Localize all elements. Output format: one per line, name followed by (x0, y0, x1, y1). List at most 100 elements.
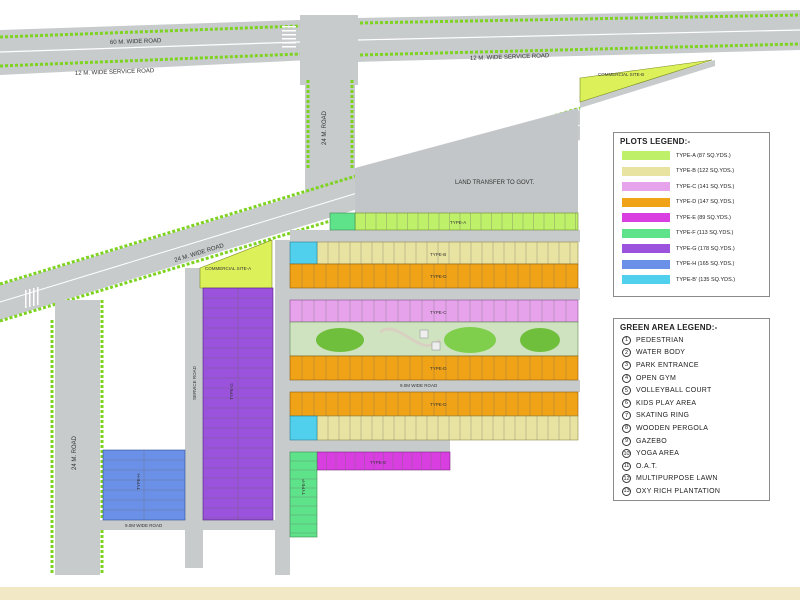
plots-legend-item: TYPE-B' (135 SQ.YDS.) (614, 272, 769, 288)
green-legend-label: MULTIPURPOSE LAWN (636, 475, 718, 483)
legend-swatch (622, 197, 670, 207)
plots-legend-label: TYPE-G (178 SQ.YDS.) (676, 245, 735, 252)
plots-legend-label: TYPE-C (141 SQ.YDS.) (676, 183, 735, 190)
tag-type-c: TYPE-C (430, 310, 447, 315)
plots-legend-item: TYPE-H (165 SQ.YDS.) (614, 257, 769, 273)
green-legend-label: KIDS PLAY AREA (636, 399, 697, 407)
plots-legend-label: TYPE-E (89 SQ.YDS.) (676, 214, 732, 221)
plot-block-type-b-row1 (316, 241, 579, 265)
plots-legend-item: TYPE-G (178 SQ.YDS.) (614, 241, 769, 257)
green-legend-item: 4 OPEN GYM (614, 372, 769, 385)
land-transfer-label: LAND TRANSFER TO GOVT. (455, 180, 535, 186)
plots-legend-list: TYPE-A (87 SQ.YDS.) TYPE-B (122 SQ.YDS.) T… (614, 148, 769, 288)
green-legend-label: PARK ENTRANCE (636, 361, 699, 369)
legend-swatch (622, 213, 670, 223)
legend-swatch (622, 182, 670, 192)
plots-legend-item: TYPE-A (87 SQ.YDS.) (614, 148, 769, 164)
green-legend-label: GAZEBO (636, 437, 667, 445)
tag-type-b: TYPE-B (430, 252, 446, 257)
label-24m-vertical-top: 24 M. ROAD (322, 110, 328, 145)
tag-type-d-3: TYPE-D (430, 402, 447, 407)
plots-legend-label: TYPE-F (113 SQ.YDS.) (676, 230, 734, 237)
tag-type-h: TYPE-H (136, 473, 141, 490)
legend-number-circle: 13 (622, 486, 631, 496)
commercial-site-b (579, 59, 713, 103)
plots-legend-item: TYPE-E (89 SQ.YDS.) (614, 210, 769, 226)
legend-swatch (622, 259, 670, 269)
commercial-site-b-label: COMMERCIAL SITE-B (598, 72, 644, 77)
green-legend-item: 11 O.A.T. (614, 460, 769, 473)
legend-swatch (622, 151, 670, 161)
green-legend-item: 10 YOGA AREA (614, 447, 769, 460)
green-legend-item: 12 MULTIPURPOSE LAWN (614, 473, 769, 486)
label-9m-inner: 9.0M WIDE ROAD (400, 383, 438, 388)
plot-block-type-b2-1 (289, 241, 318, 265)
tag-type-a: TYPE-A (450, 220, 466, 225)
green-legend-label: PEDESTRIAN (636, 336, 684, 344)
commercial-site-a-label: COMMERCIAL SITE-A (205, 266, 251, 271)
green-legend-label: WOODEN PERGOLA (636, 424, 709, 432)
plots-legend-item: TYPE-D (147 SQ.YDS.) (614, 195, 769, 211)
green-legend-label: SKATING RING (636, 412, 690, 420)
tag-type-f: TYPE-F (301, 479, 306, 495)
legend-number-circle: 5 (622, 386, 631, 396)
plot-block-type-b-row2 (316, 415, 579, 441)
plots-legend-label: TYPE-A (87 SQ.YDS.) (676, 152, 731, 159)
tag-type-d: TYPE-D (430, 274, 447, 279)
top-intersection (300, 15, 358, 85)
green-legend-label: WATER BODY (636, 349, 686, 357)
green-legend-item: 6 KIDS PLAY AREA (614, 397, 769, 410)
legend-swatch (622, 244, 670, 254)
tag-type-g: TYPE-G (229, 383, 234, 400)
legend-number-circle: 7 (622, 411, 631, 421)
legend-swatch (622, 228, 670, 238)
label-24m-left: 24 M. ROAD (72, 435, 78, 470)
site-plan-map: LAND TRANSFER TO GOVT. COMMERCIAL SITE-B… (0, 10, 800, 575)
plot-block-type-f-corner (329, 212, 356, 231)
green-legend-label: O.A.T. (636, 462, 658, 470)
green-legend-list: 1 PEDESTRIAN 2 WATER BODY 3 PARK ENTRANCE 4 OPE… (614, 334, 769, 498)
footer-band (0, 587, 800, 600)
plots-legend-label: TYPE-B' (135 SQ.YDS.) (676, 276, 736, 283)
legend-number-circle: 6 (622, 398, 631, 408)
legend-swatch (622, 275, 670, 285)
green-legend-item: 13 OXY RICH PLANTATION (614, 485, 769, 498)
legend-number-circle: 3 (622, 360, 631, 370)
green-area-legend: GREEN AREA LEGEND:- 1 PEDESTRIAN 2 WATER BO… (613, 318, 770, 501)
main-road-left (0, 20, 310, 75)
plots-legend-item: TYPE-B (122 SQ.YDS.) (614, 164, 769, 180)
tag-type-d-2: TYPE-D (430, 366, 447, 371)
green-legend-item: 5 VOLLEYBALL COURT (614, 384, 769, 397)
green-legend-item: 2 WATER BODY (614, 347, 769, 360)
green-legend-item: 3 PARK ENTRANCE (614, 359, 769, 372)
green-legend-label: YOGA AREA (636, 450, 680, 458)
plot-block-type-a (354, 212, 579, 231)
plots-legend-label: TYPE-D (147 SQ.YDS.) (676, 199, 735, 206)
legend-number-circle: 2 (622, 348, 631, 358)
inner-road-row2 (290, 288, 580, 300)
green-legend-item: 7 SKATING RING (614, 410, 769, 423)
green-legend-label: OXY RICH PLANTATION (636, 487, 721, 495)
green-legend-item: 1 PEDESTRIAN (614, 334, 769, 347)
tag-type-e: TYPE-E (370, 460, 386, 465)
legend-number-circle: 10 (622, 449, 631, 459)
label-service-road-small: SERVICE ROAD (192, 365, 197, 400)
label-9m-bottom: 9.0M WIDE ROAD (125, 523, 163, 528)
legend-number-circle: 8 (622, 423, 631, 433)
legend-number-circle: 9 (622, 436, 631, 446)
inner-road-row4 (290, 440, 450, 452)
legend-number-circle: 11 (622, 461, 631, 471)
plots-legend-label: TYPE-H (165 SQ.YDS.) (676, 261, 735, 268)
legend-number-circle: 4 (622, 373, 631, 383)
plots-legend-title: PLOTS LEGEND:- (620, 137, 691, 146)
green-legend-item: 8 WOODEN PERGOLA (614, 422, 769, 435)
green-legend-label: OPEN GYM (636, 374, 677, 382)
green-legend-item: 9 GAZEBO (614, 435, 769, 448)
plots-legend-item: TYPE-C (141 SQ.YDS.) (614, 179, 769, 195)
legend-number-circle: 12 (622, 474, 631, 484)
plot-block-type-b2-2 (289, 415, 318, 441)
plots-legend-label: TYPE-B (122 SQ.YDS.) (676, 168, 735, 175)
plots-legend: PLOTS LEGEND:- TYPE-A (87 SQ.YDS.) TYPE-B… (613, 132, 770, 297)
plots-legend-item: TYPE-F (113 SQ.YDS.) (614, 226, 769, 242)
green-legend-label: VOLLEYBALL COURT (636, 387, 712, 395)
